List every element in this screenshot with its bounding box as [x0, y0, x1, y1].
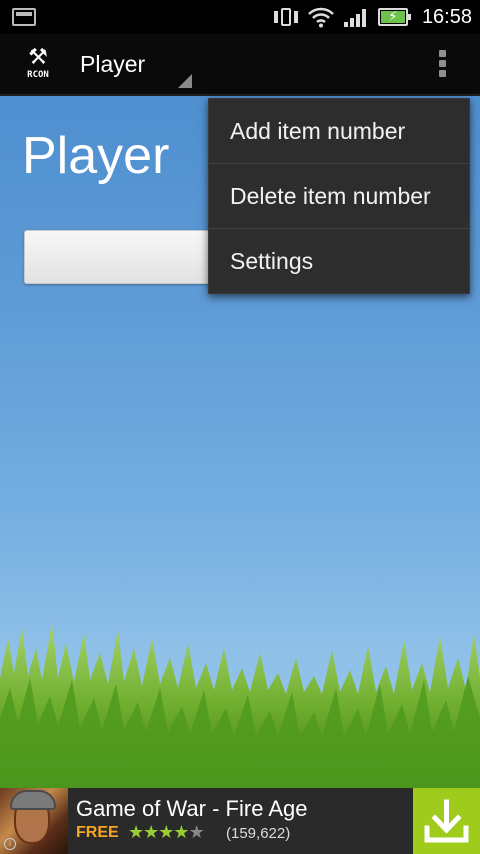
battery-charging-icon: ⚡: [377, 8, 411, 26]
app-logo[interactable]: ⚒ RCON: [22, 46, 54, 86]
overflow-menu: Add item number Delete item number Setti…: [208, 98, 470, 294]
page-title: Player: [22, 127, 170, 185]
menu-item-settings[interactable]: Settings: [209, 229, 469, 294]
ad-review-count: (159,622): [226, 825, 291, 842]
star-icon: ★: [173, 822, 189, 843]
spinner-indicator-icon: [178, 74, 192, 88]
ad-info-icon[interactable]: i: [4, 838, 16, 850]
overflow-menu-icon[interactable]: [430, 50, 454, 84]
notification-icon: [12, 8, 36, 26]
ad-download-button[interactable]: [413, 788, 480, 854]
menu-item-add-item-number[interactable]: Add item number: [209, 99, 469, 164]
download-icon: [424, 799, 469, 843]
vibrate-icon: [273, 7, 298, 27]
ad-rating-stars: ★★★★★: [128, 822, 205, 843]
menu-item-delete-item-number[interactable]: Delete item number: [209, 164, 469, 229]
action-bar: ⚒ RCON Player: [0, 34, 480, 96]
star-icon: ★: [158, 822, 174, 843]
ad-price: FREE: [76, 824, 119, 841]
ad-title[interactable]: Game of War - Fire Age: [76, 796, 307, 822]
ad-game-thumbnail[interactable]: i: [0, 788, 68, 854]
tools-icon: ⚒: [28, 45, 48, 70]
ad-banner[interactable]: i Game of War - Fire Age FREE ★★★★★ (159…: [0, 788, 480, 854]
status-bar: ⚡ 16:58: [0, 0, 480, 34]
clock: 16:58: [421, 5, 472, 28]
wifi-icon: [308, 7, 334, 28]
star-icon: ★: [188, 822, 205, 843]
screen-spinner-title[interactable]: Player: [80, 51, 145, 78]
signal-icon: [343, 7, 368, 27]
grass-background: [0, 623, 480, 788]
status-icons: ⚡ 16:58: [273, 0, 472, 34]
star-icon: ★: [128, 822, 144, 843]
star-icon: ★: [143, 822, 159, 843]
